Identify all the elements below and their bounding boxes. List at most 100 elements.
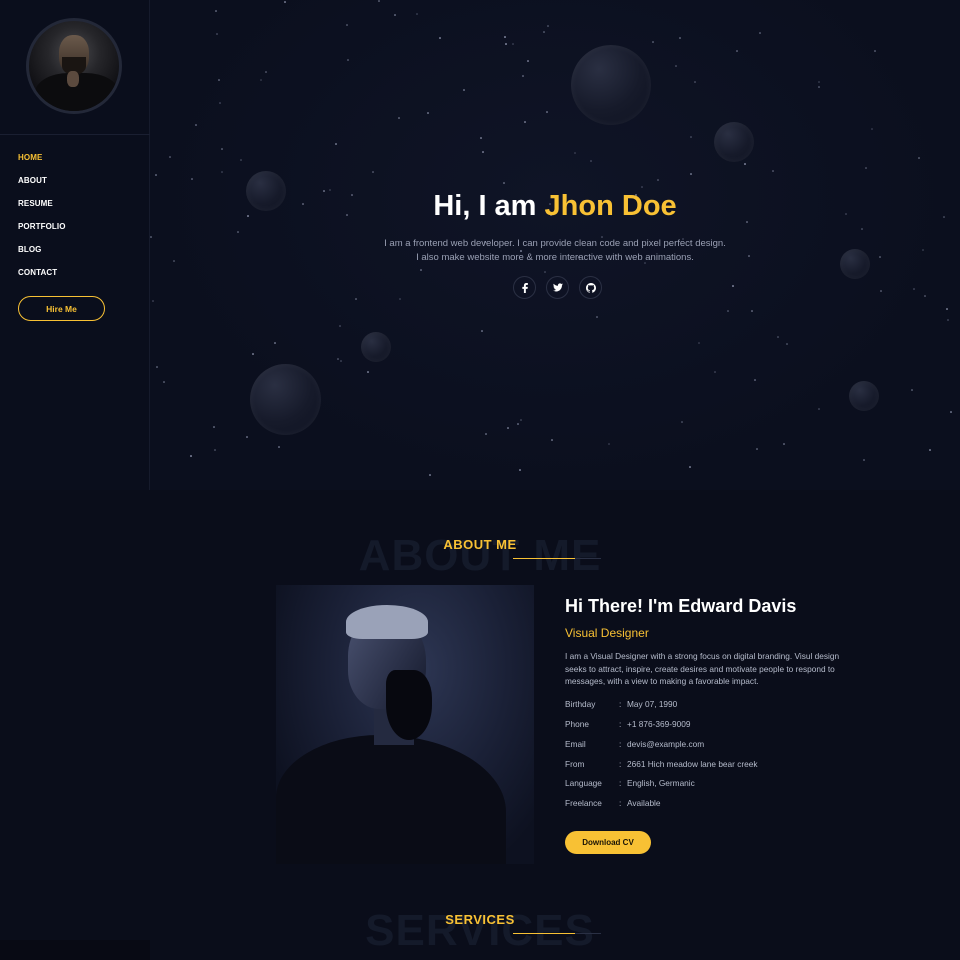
info-value: Available: [627, 798, 661, 808]
info-label: Freelance: [565, 798, 602, 808]
nav-item-portfolio[interactable]: PORTFOLIO: [18, 222, 66, 245]
star-dot: [861, 228, 863, 230]
star-dot: [265, 71, 267, 73]
star-dot: [751, 310, 753, 312]
star-dot: [918, 157, 920, 159]
star-dot: [772, 170, 774, 172]
nav-item-contact[interactable]: CONTACT: [18, 268, 66, 291]
hero-name: Jhon Doe: [544, 190, 677, 222]
star-dot: [335, 143, 337, 145]
star-dot: [727, 310, 729, 312]
star-dot: [754, 379, 756, 381]
star-dot: [252, 353, 254, 355]
star-dot: [169, 156, 171, 158]
info-value: devis@example.com: [627, 739, 705, 749]
star-dot: [519, 469, 521, 471]
star-dot: [439, 37, 441, 39]
star-dot: [512, 43, 514, 45]
star-dot: [547, 25, 549, 27]
star-dot: [347, 59, 349, 61]
decor-bubble: [571, 45, 651, 125]
nav-item-blog[interactable]: BLOG: [18, 245, 66, 268]
star-dot: [378, 0, 380, 2]
star-dot: [947, 319, 949, 321]
about-title-underline: [513, 558, 601, 559]
star-dot: [195, 124, 197, 126]
info-value: +1 876-369-9009: [627, 719, 691, 729]
services-title-underline: [513, 933, 601, 934]
star-dot: [818, 408, 820, 410]
download-cv-button[interactable]: Download CV: [565, 831, 651, 854]
star-dot: [756, 448, 758, 450]
star-dot: [527, 60, 529, 62]
nav-item-resume[interactable]: RESUME: [18, 199, 66, 222]
star-dot: [218, 79, 220, 81]
star-dot: [340, 360, 342, 362]
star-dot: [818, 81, 820, 83]
star-dot: [714, 371, 716, 373]
star-dot: [480, 137, 482, 139]
about-section-title: ABOUT ME: [443, 537, 517, 552]
star-dot: [221, 171, 223, 173]
star-dot: [214, 449, 216, 451]
nav-item-about[interactable]: ABOUT: [18, 176, 66, 199]
hero-title: Hi, I am Jhon Doe: [150, 190, 960, 223]
sidebar-nav: HOME ABOUT RESUME PORTFOLIO BLOG CONTACT: [18, 153, 66, 291]
star-dot: [871, 128, 873, 130]
sidebar: HOME ABOUT RESUME PORTFOLIO BLOG CONTACT…: [0, 0, 150, 490]
star-dot: [156, 366, 158, 368]
sidebar-divider: [0, 134, 150, 135]
star-dot: [260, 79, 262, 81]
star-dot: [865, 167, 867, 169]
star-dot: [732, 285, 734, 287]
star-dot: [736, 50, 738, 52]
star-dot: [946, 308, 948, 310]
star-dot: [190, 455, 192, 457]
star-dot: [339, 325, 341, 327]
star-dot: [221, 148, 223, 150]
star-dot: [355, 298, 357, 300]
star-dot: [950, 411, 952, 413]
star-dot: [759, 32, 761, 34]
decor-bubble: [714, 122, 754, 162]
star-dot: [420, 269, 422, 271]
hero-section: Hi, I am Jhon Doe I am a frontend web de…: [150, 0, 960, 490]
star-dot: [911, 389, 913, 391]
star-dot: [219, 102, 221, 104]
star-dot: [698, 342, 700, 344]
star-dot: [675, 65, 677, 67]
twitter-icon[interactable]: [546, 276, 569, 299]
star-dot: [924, 295, 926, 297]
star-dot: [337, 358, 339, 360]
sidebar-footer-shadow: [0, 940, 150, 960]
star-dot: [641, 186, 643, 188]
star-dot: [278, 446, 280, 448]
star-dot: [690, 136, 692, 138]
star-dot: [596, 316, 598, 318]
decor-bubble: [361, 332, 391, 362]
hero-description-line2: I also make website more & more interact…: [416, 252, 694, 263]
star-dot: [922, 249, 924, 251]
star-dot: [517, 423, 519, 425]
star-dot: [679, 37, 681, 39]
profile-photo: [276, 585, 534, 864]
info-value: May 07, 1990: [627, 699, 678, 709]
star-dot: [880, 290, 882, 292]
star-dot: [690, 173, 692, 175]
hire-me-button[interactable]: Hire Me: [18, 296, 105, 321]
hero-description-line1: I am a frontend web developer. I can pro…: [384, 238, 726, 249]
star-dot: [929, 449, 931, 451]
star-dot: [346, 24, 348, 26]
star-dot: [544, 271, 546, 273]
star-dot: [482, 151, 484, 153]
nav-item-home[interactable]: HOME: [18, 153, 66, 176]
github-icon[interactable]: [579, 276, 602, 299]
decor-bubble: [250, 364, 321, 435]
star-dot: [504, 36, 506, 38]
info-label: Phone: [565, 719, 589, 729]
star-dot: [367, 371, 369, 373]
star-dot: [863, 459, 865, 461]
star-dot: [274, 342, 276, 344]
star-dot: [215, 10, 217, 12]
facebook-icon[interactable]: [513, 276, 536, 299]
